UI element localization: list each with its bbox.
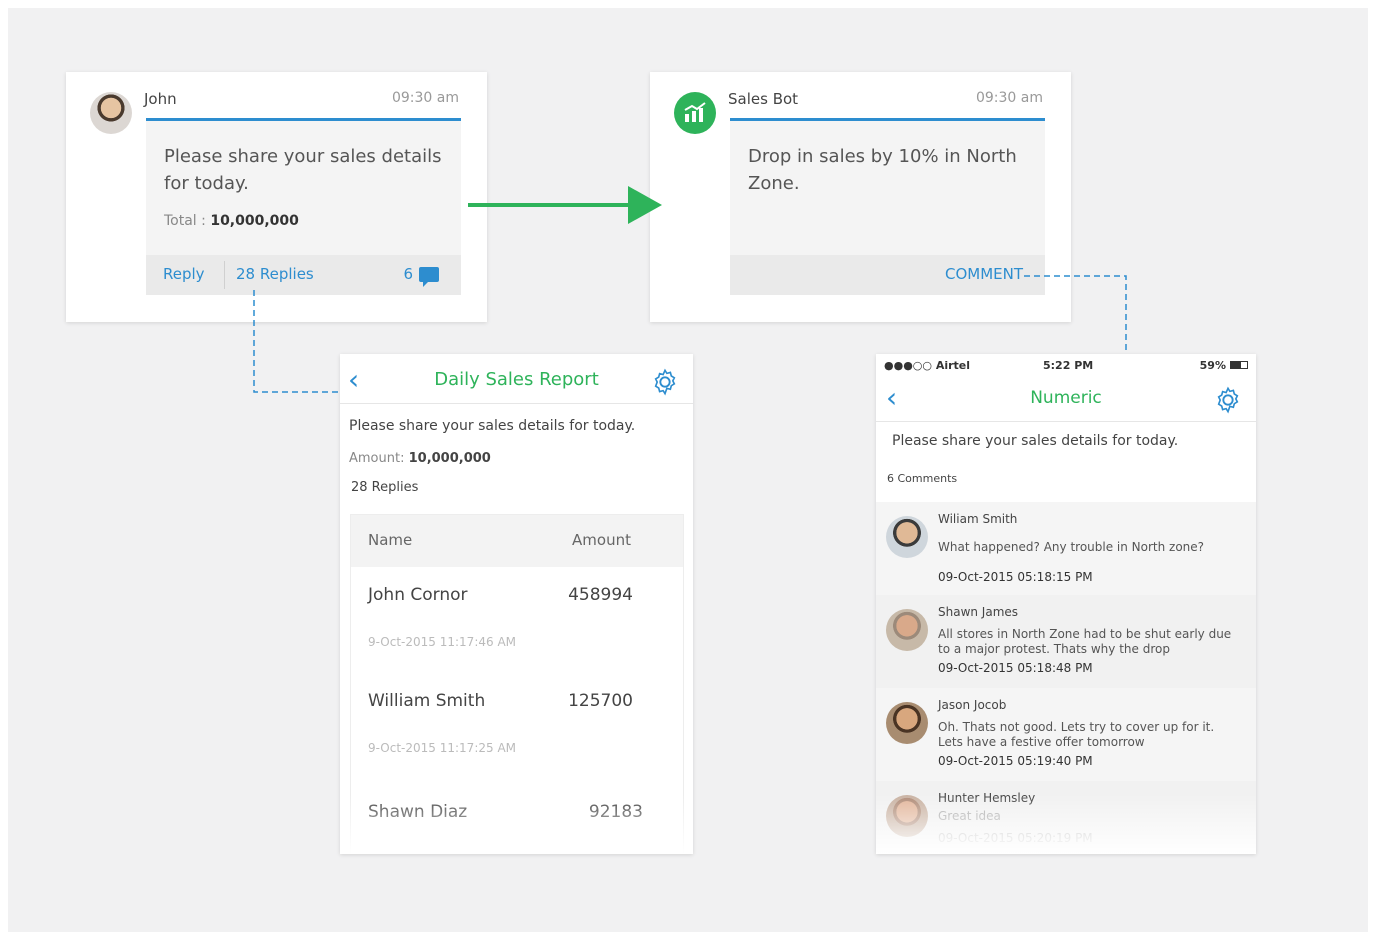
flow-arrow: [468, 186, 662, 224]
message-text: Drop in sales by 10% in North Zone.: [748, 146, 1017, 194]
status-bar: ●●●○○ Airtel 5:22 PM 59%: [876, 354, 1256, 376]
comment-author: Shawn James: [938, 605, 1019, 619]
row-amount: 125700: [568, 691, 633, 711]
amount-label: Amount:: [349, 451, 405, 466]
row-date: 9-Oct-2015 11:17:25 AM: [368, 741, 517, 755]
avatar: [886, 702, 928, 744]
clock-text: 5:22 PM: [1043, 359, 1094, 372]
screen-header: ‹ Numeric: [876, 376, 1256, 422]
message-text: Please share your sales details for toda…: [164, 146, 442, 194]
chat-bubble-icon[interactable]: [419, 267, 439, 287]
comment-date: 09-Oct-2015 05:20:19 PM: [938, 831, 1093, 845]
amount-value: 10,000,000: [408, 451, 491, 466]
replies-link[interactable]: 28 Replies: [236, 265, 314, 283]
total-value: 10,000,000: [210, 213, 299, 229]
table-row[interactable]: William Smith 9-Oct-2015 11:17:25 AM 125…: [351, 673, 683, 779]
carrier-text: ●●●○○ Airtel: [884, 359, 971, 372]
row-date: 9-Oct-2015 11:17:46 AM: [368, 635, 517, 649]
avatar: [886, 516, 928, 558]
column-header-amount: Amount: [572, 531, 631, 549]
comment-date: 09-Oct-2015 05:18:48 PM: [938, 661, 1093, 675]
table-row[interactable]: Shawn Diaz 92183: [351, 784, 683, 854]
message-time: 09:30 am: [975, 90, 1043, 106]
row-name: William Smith: [368, 691, 486, 711]
message-time: 09:30 am: [391, 90, 459, 106]
battery-text: 59%: [1199, 359, 1226, 372]
message-bubble: Drop in sales by 10% in North Zone. COMM…: [730, 118, 1045, 295]
avatar: [886, 795, 928, 837]
comment-item[interactable]: Wiliam Smith What happened? Any trouble …: [876, 502, 1256, 595]
john-avatar: [90, 92, 132, 134]
gear-icon[interactable]: [1214, 386, 1242, 414]
total-label: Total :: [164, 213, 206, 229]
comment-button[interactable]: COMMENT: [945, 265, 1023, 283]
comment-author: Wiliam Smith: [938, 512, 1018, 526]
salesbot-message-card: Sales Bot 09:30 am Drop in sales by 10% …: [650, 72, 1071, 322]
screen-title: Daily Sales Report: [434, 369, 599, 390]
reply-button[interactable]: Reply: [163, 265, 205, 283]
screen-title: Numeric: [1030, 388, 1102, 408]
bar-chart-icon: [674, 92, 716, 134]
numeric-screen: ●●●○○ Airtel 5:22 PM 59% ‹ Numeric Pleas…: [876, 354, 1256, 854]
table-header: Name Amount: [351, 515, 683, 567]
row-amount: 458994: [568, 585, 633, 605]
comment-count[interactable]: 6: [403, 265, 413, 283]
battery-icon: [1230, 361, 1248, 369]
divider: [224, 261, 225, 289]
comment-item[interactable]: Jason Jocob Oh. Thats not good. Lets try…: [876, 688, 1256, 781]
comment-item[interactable]: Hunter Hemsley Great idea 09-Oct-2015 05…: [876, 781, 1256, 854]
column-header-name: Name: [368, 531, 413, 549]
numeric-prompt: Please share your sales details for toda…: [892, 433, 1179, 449]
message-bubble: Please share your sales details for toda…: [146, 118, 461, 295]
john-message-card: John 09:30 am Please share your sales de…: [66, 72, 487, 322]
row-amount: 92183: [588, 802, 643, 822]
sender-name: Sales Bot: [728, 90, 799, 108]
message-actions: COMMENT: [730, 255, 1045, 295]
gear-icon[interactable]: [651, 368, 679, 396]
daily-sales-report-screen: ‹ Daily Sales Report Please share your s…: [340, 354, 693, 854]
replies-count: 28 Replies: [351, 480, 419, 495]
screen-header: ‹ Daily Sales Report: [340, 354, 693, 404]
avatar: [886, 609, 928, 651]
comment-date: 09-Oct-2015 05:18:15 PM: [938, 570, 1093, 584]
total-line: Total : 10,000,000: [164, 213, 299, 229]
comment-author: Hunter Hemsley: [938, 791, 1036, 805]
amount-line: Amount: 10,000,000: [349, 451, 491, 466]
comment-item[interactable]: Shawn James All stores in North Zone had…: [876, 595, 1256, 688]
row-name: Shawn Diaz: [368, 802, 468, 822]
comment-text: All stores in North Zone had to be shut …: [938, 627, 1232, 656]
table-row[interactable]: John Cornor 9-Oct-2015 11:17:46 AM 45899…: [351, 567, 683, 673]
comment-date: 09-Oct-2015 05:19:40 PM: [938, 754, 1093, 768]
sender-name: John: [144, 90, 177, 108]
report-prompt: Please share your sales details for toda…: [349, 418, 636, 434]
comments-count: 6 Comments: [887, 472, 958, 485]
comment-text: Great idea: [938, 809, 1001, 823]
sales-table: Name Amount John Cornor 9-Oct-2015 11:17…: [350, 514, 684, 854]
comment-text: Oh. Thats not good. Lets try to cover up…: [938, 720, 1215, 749]
row-name: John Cornor: [368, 585, 468, 605]
comment-author: Jason Jocob: [938, 698, 1007, 712]
comment-text: What happened? Any trouble in North zone…: [938, 540, 1205, 554]
